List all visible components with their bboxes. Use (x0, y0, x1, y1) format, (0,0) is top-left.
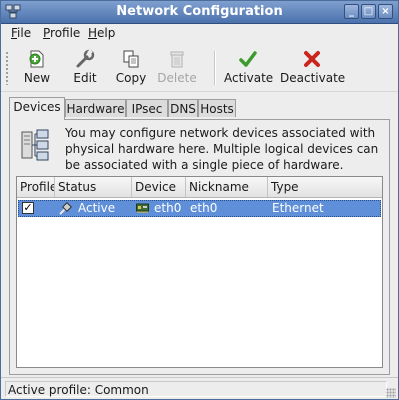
copy-label: Copy (115, 71, 147, 85)
table-row[interactable]: ✓ Active eth0 eth0 Ethernet (18, 200, 381, 217)
menu-help-label: elp (97, 26, 116, 40)
delete-label: Delete (157, 71, 197, 85)
status-bar: Active profile: Common (1, 377, 398, 400)
new-label: New (23, 71, 51, 85)
activate-label: Activate (224, 71, 274, 85)
type-text: Ethernet (272, 201, 324, 215)
edit-button[interactable]: Edit (67, 49, 103, 89)
menu-file[interactable]: File (11, 26, 31, 40)
minimize-button[interactable]: _ (344, 4, 359, 19)
menu-profile[interactable]: Profile (43, 26, 80, 40)
ethernet-card-icon (136, 203, 149, 213)
column-header-profile[interactable]: Profile (17, 177, 55, 197)
devices-panel: You may configure network devices associ… (9, 119, 390, 375)
trash-icon (170, 51, 184, 68)
toolbar: New Edit Copy Delete Activate Deactivate (1, 45, 398, 92)
deactivate-label: Deactivate (280, 71, 346, 85)
menu-help[interactable]: Help (88, 26, 115, 40)
tab-ipsec[interactable]: IPsec (126, 99, 168, 117)
wrench-icon (76, 49, 95, 68)
title-bar[interactable]: Network Configuration _ □ × (1, 1, 398, 24)
menu-bar: File Profile Help (1, 24, 398, 44)
nickname-text: eth0 (190, 201, 218, 215)
status-text: Active (78, 201, 116, 215)
activate-button[interactable]: Activate (224, 49, 274, 89)
profile-checkbox[interactable]: ✓ (22, 202, 34, 214)
tab-hardware[interactable]: Hardware (65, 99, 126, 117)
tab-dns[interactable]: DNS (168, 99, 198, 117)
list-header: Profile Status Device Nickname Type (17, 177, 382, 198)
devices-info-text: You may configure network devices associ… (65, 126, 379, 172)
x-icon (304, 51, 320, 67)
column-header-type[interactable]: Type (268, 177, 382, 197)
column-header-nickname[interactable]: Nickname (186, 177, 268, 197)
network-devices-icon (21, 129, 49, 161)
deactivate-button[interactable]: Deactivate (280, 49, 346, 89)
delete-button[interactable]: Delete (157, 49, 197, 89)
menu-profile-label: rofile (50, 26, 81, 40)
menu-help-mnemonic: H (88, 26, 98, 40)
new-icon (29, 50, 44, 68)
devices-list[interactable]: Profile Status Device Nickname Type ✓ Ac… (16, 176, 383, 368)
new-button[interactable]: New (19, 49, 55, 89)
copy-icon (123, 50, 139, 68)
device-text: eth0 (154, 201, 182, 215)
maximize-button[interactable]: □ (361, 4, 376, 19)
copy-button[interactable]: Copy (112, 49, 150, 89)
toolbar-separator (214, 51, 216, 85)
active-profile-status: Active profile: Common (5, 381, 387, 397)
resize-grip[interactable] (386, 388, 396, 398)
column-header-status[interactable]: Status (55, 177, 132, 197)
column-header-device[interactable]: Device (132, 177, 186, 197)
menu-file-label: ile (17, 26, 32, 40)
close-button[interactable]: × (378, 4, 393, 19)
tab-hosts[interactable]: Hosts (198, 99, 236, 117)
window-title: Network Configuration (116, 4, 283, 19)
checkmark-icon (239, 51, 257, 67)
network-configuration-window: Network Configuration _ □ × File Profile… (0, 0, 399, 400)
toolbar-grip[interactable] (5, 51, 9, 85)
tab-devices[interactable]: Devices (9, 97, 65, 120)
active-status-icon (59, 202, 72, 215)
edit-label: Edit (73, 71, 97, 85)
menu-profile-mnemonic: P (43, 26, 51, 40)
